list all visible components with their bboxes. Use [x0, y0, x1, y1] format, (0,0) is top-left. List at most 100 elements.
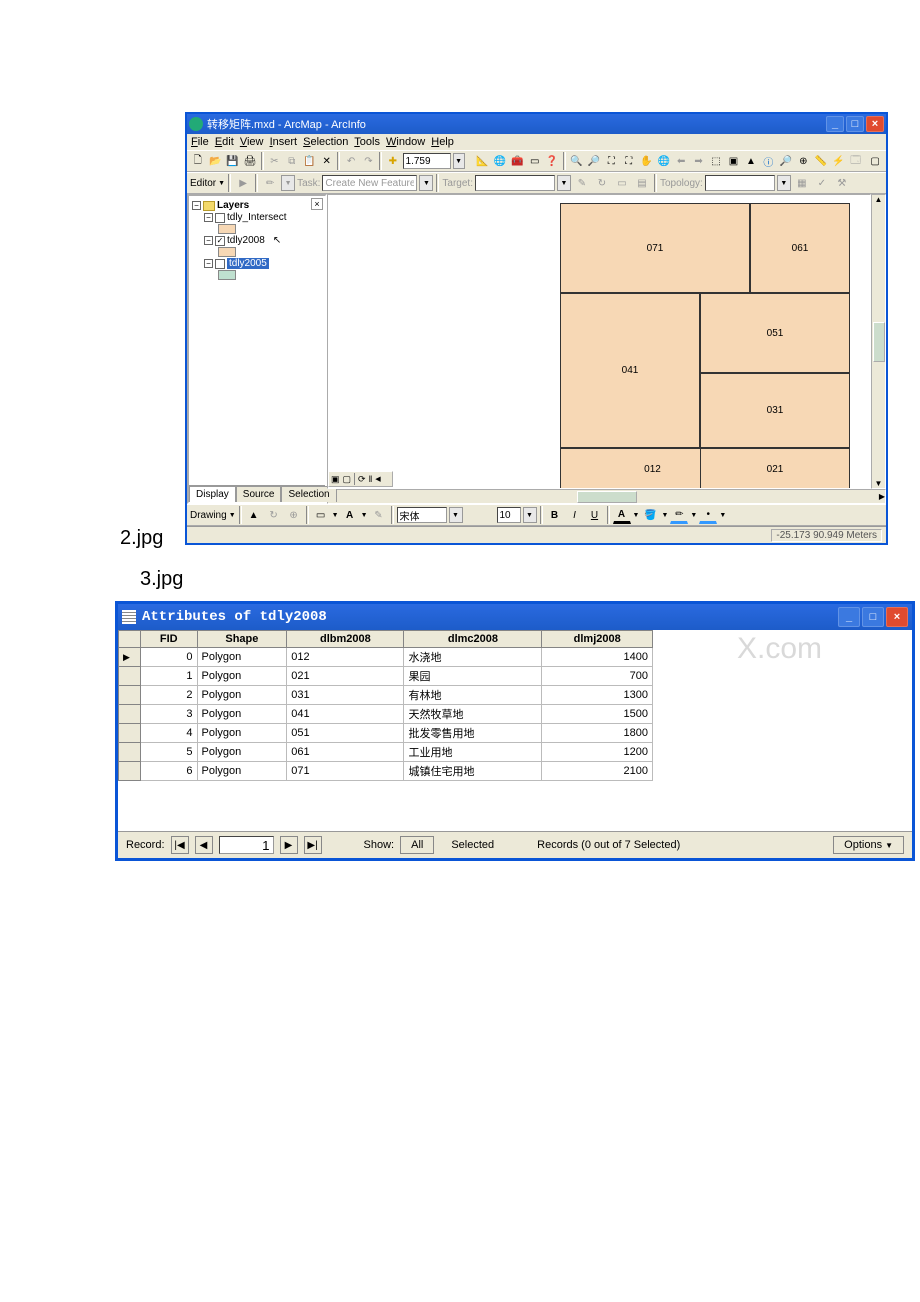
cell[interactable]: 061 — [287, 743, 404, 762]
topo-edit-icon[interactable]: ▦ — [793, 174, 811, 192]
cell[interactable]: 果园 — [404, 667, 542, 686]
parcel-071[interactable]: 071 — [560, 203, 750, 293]
column-header[interactable]: dlbm2008 — [287, 631, 404, 648]
cell[interactable]: 012 — [287, 648, 404, 667]
arccatalog-icon[interactable]: 🌐 — [492, 152, 507, 170]
cell[interactable]: Polygon — [197, 667, 287, 686]
underline-icon[interactable]: U — [586, 506, 604, 524]
close-button[interactable]: × — [866, 116, 884, 132]
open-icon[interactable]: 📂 — [207, 152, 222, 170]
topo-validate-icon[interactable]: ✓ — [813, 174, 831, 192]
identify-icon[interactable]: ⓘ — [761, 152, 776, 170]
column-header[interactable]: FID — [141, 631, 198, 648]
target-combo[interactable] — [475, 175, 555, 191]
last-record-button[interactable]: ▶| — [304, 836, 322, 854]
column-header[interactable]: Shape — [197, 631, 287, 648]
attributes-table[interactable]: FIDShapedlbm2008dlmc2008dlmj2008 0Polygo… — [118, 630, 653, 781]
cell[interactable]: 1500 — [542, 705, 653, 724]
layer1-checkbox[interactable] — [215, 213, 225, 223]
cell[interactable]: Polygon — [197, 705, 287, 724]
cell[interactable]: 有林地 — [404, 686, 542, 705]
row-selector[interactable] — [119, 762, 141, 781]
edit-tool-icon[interactable]: ▶ — [234, 174, 252, 192]
cell[interactable]: 1400 — [542, 648, 653, 667]
data-view-icon[interactable]: ▣ — [331, 474, 340, 485]
cell[interactable]: Polygon — [197, 724, 287, 743]
cell[interactable]: 3 — [141, 705, 198, 724]
cell[interactable]: 水浇地 — [404, 648, 542, 667]
layer2-checkbox[interactable]: ✓ — [215, 236, 225, 246]
sketch-dropdown[interactable]: ▼ — [281, 175, 295, 191]
collapse-icon[interactable]: − — [192, 201, 201, 210]
menu-window[interactable]: Window — [386, 136, 425, 148]
scale-dropdown[interactable]: ▼ — [453, 153, 465, 169]
row-selector[interactable] — [119, 705, 141, 724]
font-color-icon[interactable]: A — [613, 506, 631, 524]
cell[interactable]: 031 — [287, 686, 404, 705]
cell[interactable]: 2 — [141, 686, 198, 705]
cell[interactable]: 2100 — [542, 762, 653, 781]
arcmap-titlebar[interactable]: 转移矩阵.mxd - ArcMap - ArcInfo _ □ × — [187, 114, 886, 134]
paste-icon[interactable]: 📋 — [302, 152, 317, 170]
minimize-button[interactable]: _ — [826, 116, 844, 132]
collapse-icon[interactable]: − — [204, 213, 213, 222]
menu-edit[interactable]: Edit — [215, 136, 234, 148]
pause-icon[interactable]: ‖ — [369, 474, 373, 484]
map-canvas[interactable]: 071061041051031012021 — [327, 194, 871, 489]
table-row[interactable]: 0Polygon012水浇地1400 — [119, 648, 653, 667]
cell[interactable]: 1 — [141, 667, 198, 686]
cell[interactable]: 041 — [287, 705, 404, 724]
attributes-titlebar[interactable]: Attributes of tdly2008 _ □ × — [118, 604, 912, 630]
cell[interactable]: 1800 — [542, 724, 653, 743]
layer1-swatch[interactable] — [218, 224, 236, 234]
zoom-out-icon[interactable]: 🔎 — [586, 152, 601, 170]
row-selector[interactable] — [119, 743, 141, 762]
go-to-xy-icon[interactable]: ⊕ — [796, 152, 811, 170]
row-selector[interactable] — [119, 648, 141, 667]
parcel-021[interactable]: 021 — [700, 448, 850, 489]
show-all-button[interactable]: All — [400, 836, 434, 854]
cell[interactable]: 1200 — [542, 743, 653, 762]
layer3-checkbox[interactable] — [215, 259, 225, 269]
bold-icon[interactable]: B — [546, 506, 564, 524]
layout-view-icon[interactable]: ▢ — [343, 474, 352, 485]
parcel-061[interactable]: 061 — [750, 203, 850, 293]
whats-this-icon[interactable]: ❓ — [544, 152, 559, 170]
select-elements-icon[interactable]: ▲ — [245, 506, 263, 524]
layout-view-icon[interactable]: ▢ — [867, 152, 882, 170]
collapse-icon[interactable]: − — [204, 236, 213, 245]
hyperlink-icon[interactable]: ⚡ — [831, 152, 846, 170]
table-row[interactable]: 6Polygon071城镇住宅用地2100 — [119, 762, 653, 781]
cell[interactable]: Polygon — [197, 648, 287, 667]
prev-record-button[interactable]: ◀ — [195, 836, 213, 854]
copy-icon[interactable]: ⧉ — [284, 152, 299, 170]
vertical-scrollbar[interactable]: ▲▼ — [871, 194, 886, 489]
column-header[interactable]: dlmc2008 — [404, 631, 542, 648]
maximize-button[interactable]: □ — [846, 116, 864, 132]
layer2-name[interactable]: tdly2008 — [227, 235, 265, 246]
font-size-dropdown[interactable]: ▼ — [523, 507, 537, 523]
table-row[interactable]: 4Polygon051批发零售用地1800 — [119, 724, 653, 743]
topology-dropdown[interactable]: ▼ — [777, 175, 791, 191]
editor-toolbar-icon[interactable]: 📐 — [475, 152, 490, 170]
scale-input[interactable] — [403, 153, 451, 169]
forward-extent-icon[interactable]: ➡ — [691, 152, 706, 170]
layer1-name[interactable]: tdly_Intersect — [227, 212, 286, 223]
html-popup-icon[interactable]: 🗔 — [848, 152, 863, 170]
toc-tab-display[interactable]: Display — [189, 486, 236, 502]
cell[interactable]: 4 — [141, 724, 198, 743]
show-selected-button[interactable]: Selected — [440, 836, 505, 854]
measure-icon[interactable]: 📏 — [813, 152, 828, 170]
table-row[interactable]: 1Polygon021果园700 — [119, 667, 653, 686]
font-size-combo[interactable] — [497, 507, 521, 523]
rectangle-icon[interactable]: ▭ — [312, 506, 330, 524]
refresh-icon[interactable]: ⟳ — [358, 474, 366, 485]
add-data-icon[interactable]: ✚ — [385, 152, 400, 170]
command-line-icon[interactable]: ▭ — [527, 152, 542, 170]
row-selector[interactable] — [119, 724, 141, 743]
cell[interactable]: 071 — [287, 762, 404, 781]
back-extent-icon[interactable]: ⬅ — [673, 152, 688, 170]
toc-close-icon[interactable]: × — [311, 198, 323, 210]
arctoolbox-icon[interactable]: 🧰 — [510, 152, 525, 170]
cell[interactable]: Polygon — [197, 743, 287, 762]
